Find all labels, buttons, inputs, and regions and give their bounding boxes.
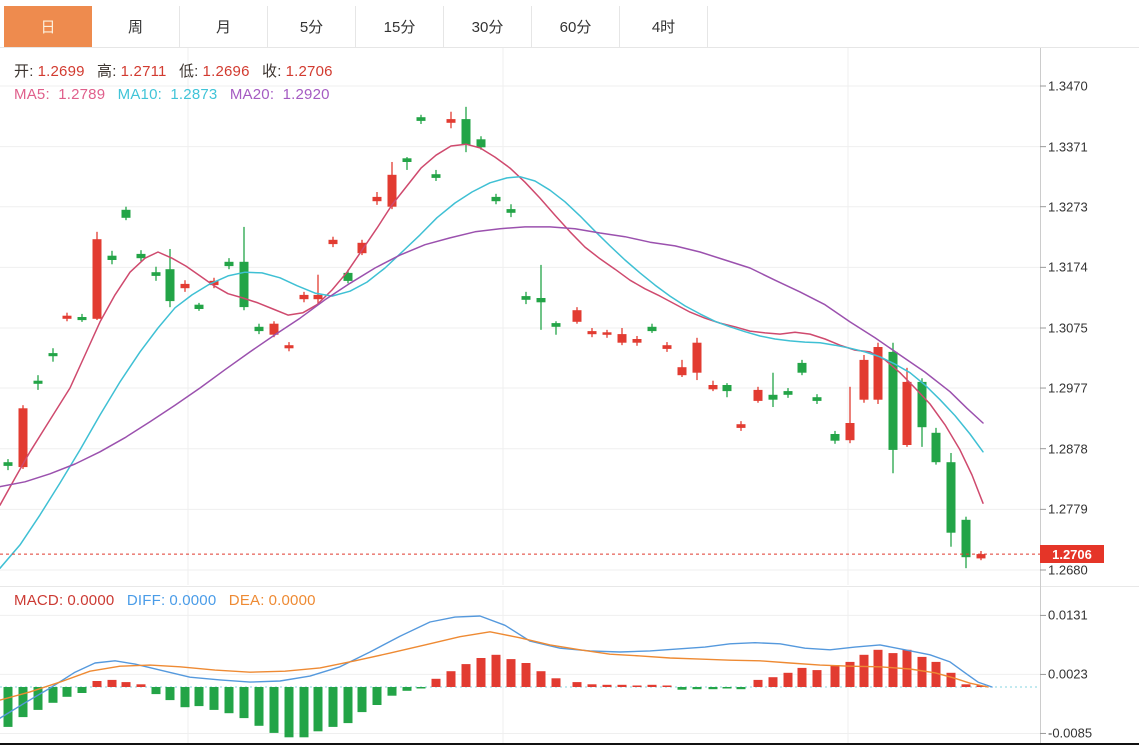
candle: [662, 345, 672, 349]
ma-readout: MA5: 1.2789 MA10: 1.2873 MA20: 1.2920: [14, 86, 338, 103]
close-label: 收:: [262, 63, 282, 80]
ma20-label: MA20:: [229, 86, 275, 103]
candle: [402, 158, 412, 162]
macd-readout: MACD: 0.0000 DIFF: 0.0000 DEA: 0.0000: [14, 592, 324, 609]
last-price-badge: 1.2706: [1040, 545, 1104, 564]
tab-月[interactable]: 月: [180, 6, 268, 47]
ma20-value: 1.2920: [282, 86, 330, 103]
candle: [194, 304, 204, 309]
candle: [121, 209, 131, 218]
close-value: 1.2706: [285, 63, 333, 80]
ma10-label: MA10:: [117, 86, 163, 103]
open-label: 开:: [14, 63, 34, 80]
candle: [902, 381, 912, 445]
candle: [632, 339, 642, 343]
candle: [431, 174, 441, 178]
candle: [284, 345, 294, 349]
candle: [165, 269, 175, 302]
candle: [617, 334, 627, 343]
candle: [48, 353, 58, 357]
candle: [917, 381, 927, 428]
tab-60分[interactable]: 60分: [532, 6, 620, 47]
candle: [521, 296, 531, 300]
macd-histogram: [3, 649, 986, 738]
candle: [783, 391, 793, 395]
candle: [946, 462, 956, 533]
high-label: 高:: [97, 63, 117, 80]
candle: [151, 272, 161, 276]
low-label: 低:: [178, 63, 199, 80]
tab-周[interactable]: 周: [92, 6, 180, 47]
high-value: 1.2711: [120, 63, 167, 80]
period-tabbar: 日周月 5分 15分 30分 60分 4时: [0, 0, 1139, 48]
candle: [491, 196, 501, 202]
chart-canvas[interactable]: [0, 0, 1139, 754]
candle: [416, 117, 426, 121]
candle: [33, 380, 43, 384]
candle: [976, 554, 986, 559]
candle: [299, 294, 309, 300]
tab-4时[interactable]: 4时: [620, 6, 708, 47]
candle: [692, 342, 702, 373]
dea-value: 0.0000: [268, 592, 316, 609]
open-value: 1.2699: [37, 63, 85, 80]
ma20-line: [0, 226, 984, 488]
candle: [372, 196, 382, 202]
candle: [708, 385, 718, 390]
tab-日[interactable]: 日: [4, 6, 92, 47]
ma5-value: 1.2789: [58, 86, 106, 103]
diff-label: DIFF:: [126, 592, 166, 609]
candle: [797, 362, 807, 373]
candle: [931, 432, 941, 463]
candle: [551, 323, 561, 327]
candle: [62, 315, 72, 319]
candle: [239, 261, 249, 308]
candle: [722, 385, 732, 392]
candle: [587, 331, 597, 335]
candle: [461, 119, 471, 145]
candle: [753, 389, 763, 401]
ohlc-readout: 开: 1.2699 高: 1.2711 低: 1.2696 收: 1.2706: [14, 60, 341, 81]
candle: [768, 394, 778, 400]
candle: [677, 367, 687, 376]
candle: [254, 326, 264, 332]
candle: [476, 139, 486, 148]
dea-label: DEA:: [228, 592, 265, 609]
candle: [3, 462, 13, 466]
candle: [136, 253, 146, 259]
candle: [313, 294, 323, 300]
grid-layer: [0, 48, 1040, 744]
candle: [107, 255, 117, 260]
candle: [602, 332, 612, 335]
tab-30分[interactable]: 30分: [444, 6, 532, 47]
macd-value: 0.0000: [67, 592, 115, 609]
ma5-label: MA5:: [14, 86, 50, 103]
candle: [77, 317, 87, 321]
candle: [845, 423, 855, 441]
candle: [180, 283, 190, 289]
diff-value: 0.0000: [169, 592, 217, 609]
candle: [830, 434, 840, 441]
candle: [328, 239, 338, 245]
candle: [536, 298, 546, 303]
candle: [506, 209, 516, 213]
candle: [812, 397, 822, 401]
candle: [224, 261, 234, 267]
candle: [92, 239, 102, 319]
trading-chart-app: 日周月 5分 15分 30分 60分 4时 开: 1.2699 高: 1.2711 低: 1.2…: [0, 0, 1139, 754]
macd-label: MACD:: [14, 592, 64, 609]
candle: [647, 326, 657, 332]
low-value: 1.2696: [202, 63, 250, 80]
tab-15分[interactable]: 15分: [356, 6, 444, 47]
tab-5分[interactable]: 5分: [268, 6, 356, 47]
candle: [572, 310, 582, 322]
candle: [961, 519, 971, 558]
candle: [859, 359, 869, 400]
candle: [736, 424, 746, 428]
candle: [446, 119, 456, 123]
ma10-value: 1.2873: [170, 86, 218, 103]
